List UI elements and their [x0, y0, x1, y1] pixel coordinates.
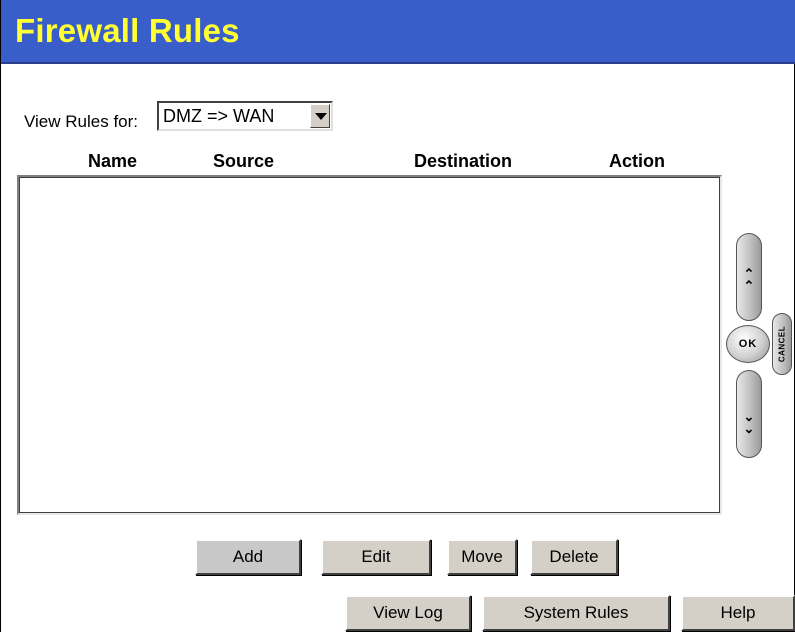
- scroll-down-button[interactable]: ⌄ ⌄: [736, 370, 762, 458]
- edit-button[interactable]: Edit: [321, 539, 431, 575]
- move-button[interactable]: Move: [447, 539, 517, 575]
- page-title: Firewall Rules: [15, 12, 240, 49]
- column-header-source: Source: [213, 151, 275, 171]
- double-chevron-down-icon: ⌄ ⌄: [743, 409, 755, 436]
- cancel-label: CANCEL: [777, 325, 787, 363]
- column-header-name: Name: [88, 151, 138, 171]
- column-header-action: Action: [609, 151, 665, 171]
- rules-list-inner: [19, 177, 720, 513]
- rules-list[interactable]: [17, 175, 722, 515]
- header-bar: Firewall Rules: [1, 0, 795, 64]
- view-log-button[interactable]: View Log: [345, 595, 471, 631]
- system-rules-button[interactable]: System Rules: [482, 595, 670, 631]
- view-rules-select[interactable]: DMZ => WAN: [157, 101, 333, 131]
- add-button[interactable]: Add: [195, 539, 301, 575]
- ok-button[interactable]: OK: [726, 325, 770, 363]
- help-button[interactable]: Help: [681, 595, 795, 631]
- view-rules-selected-value: DMZ => WAN: [163, 106, 275, 126]
- column-header-destination: Destination: [414, 151, 513, 171]
- delete-button[interactable]: Delete: [530, 539, 618, 575]
- scroll-up-button[interactable]: ⌃ ⌃: [736, 233, 762, 321]
- dropdown-arrow-icon[interactable]: [310, 104, 330, 128]
- page-frame: Firewall Rules View Rules for: DMZ => WA…: [0, 0, 795, 632]
- cancel-button[interactable]: CANCEL: [772, 313, 792, 375]
- view-rules-label: View Rules for:: [24, 112, 139, 131]
- double-chevron-up-icon: ⌃ ⌃: [743, 266, 755, 293]
